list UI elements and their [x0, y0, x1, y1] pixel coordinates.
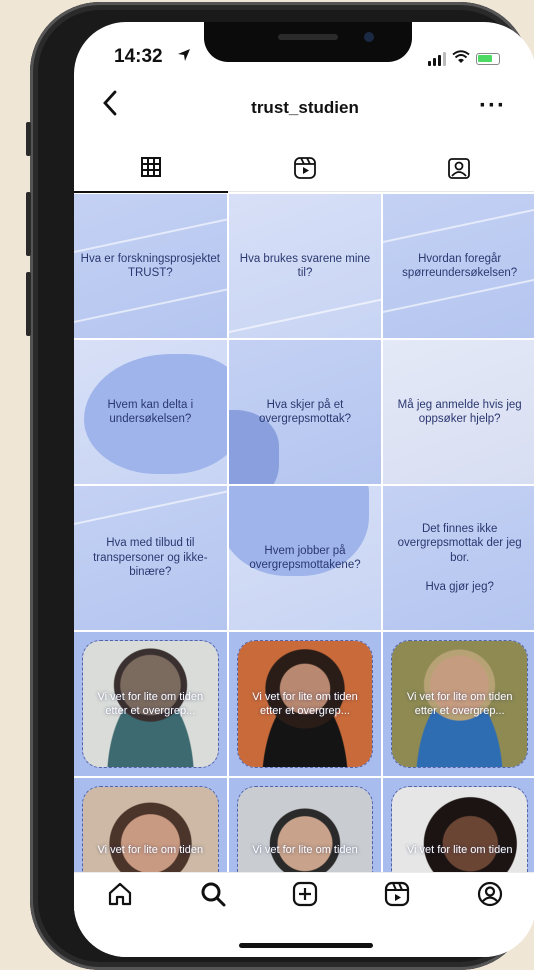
- post-tile[interactable]: Det finnes ikke overgrepsmottak der jeg …: [383, 486, 534, 630]
- profile-icon: [477, 881, 502, 907]
- post-caption: Vi vet for lite om tiden: [97, 843, 204, 856]
- more-options-button[interactable]: ···: [479, 92, 506, 120]
- post-tile[interactable]: Hvem kan delta i undersøkelsen?: [74, 340, 227, 484]
- post-caption: Hva skjer på et overgrepsmottak?: [258, 398, 352, 425]
- post-caption: Hvem jobber på overgrepsmottakene?: [249, 544, 361, 571]
- post-caption: Det finnes ikke overgrepsmottak der jeg …: [397, 523, 522, 593]
- notch: [204, 22, 412, 62]
- post-caption: Vi vet for lite om tiden etter et overgr…: [406, 690, 513, 717]
- search-icon: [201, 882, 226, 907]
- profile-tabs: [74, 152, 534, 193]
- nav-search[interactable]: [200, 881, 226, 912]
- tab-grid[interactable]: [74, 152, 228, 193]
- post-grid: Hva er forskningsprosjektet TRUST? Hva b…: [74, 194, 534, 922]
- post-caption: Hvordan foregår spørreundersøkelsen?: [402, 252, 518, 279]
- post-tile[interactable]: Vi vet for lite om tiden etter et overgr…: [74, 632, 227, 776]
- post-tile[interactable]: Hvordan foregår spørreundersøkelsen?: [383, 194, 534, 338]
- post-tile[interactable]: Hva brukes svarene mine til?: [228, 194, 382, 338]
- app-screen: 14:32 trust_studien ··· Hva er forskning…: [74, 22, 534, 957]
- tagged-user-icon: [448, 158, 470, 179]
- post-tile[interactable]: Hva er forskningsprosjektet TRUST?: [74, 194, 227, 338]
- post-caption: Hva er forskningsprosjektet TRUST?: [80, 252, 220, 279]
- nav-create[interactable]: [292, 881, 318, 912]
- profile-header: trust_studien ···: [74, 84, 534, 132]
- post-tile[interactable]: Hva med tilbud til transpersoner og ikke…: [74, 486, 227, 630]
- reels-icon: [294, 157, 316, 179]
- reels-icon: [385, 881, 410, 907]
- post-tile[interactable]: Vi vet for lite om tiden etter et overgr…: [383, 632, 534, 776]
- post-caption: Vi vet for lite om tiden etter et overgr…: [97, 690, 204, 717]
- post-caption: Må jeg anmelde hvis jeg oppsøker hjelp?: [397, 398, 522, 425]
- tab-tagged[interactable]: [382, 152, 534, 192]
- wifi-icon: [452, 48, 470, 70]
- home-icon: [109, 882, 132, 906]
- signal-icon: [428, 52, 446, 66]
- post-caption: Hvem kan delta i undersøkelsen?: [107, 398, 194, 425]
- home-indicator: [239, 943, 373, 948]
- nav-reels[interactable]: [384, 881, 410, 912]
- battery-icon: [476, 53, 500, 65]
- grid-icon: [141, 157, 161, 177]
- post-caption: Vi vet for lite om tiden: [252, 843, 358, 856]
- post-caption: Vi vet for lite om tiden etter et overgr…: [252, 690, 358, 717]
- bottom-nav-bar: [74, 872, 534, 957]
- post-caption: Hva med tilbud til transpersoner og ikke…: [93, 537, 208, 579]
- create-post-icon: [292, 881, 318, 907]
- status-time: 14:32: [114, 46, 163, 67]
- tab-reels[interactable]: [228, 152, 382, 192]
- post-caption: Hva brukes svarene mine til?: [239, 252, 371, 279]
- post-tile[interactable]: Må jeg anmelde hvis jeg oppsøker hjelp?: [383, 340, 534, 484]
- location-arrow-icon: [176, 47, 192, 69]
- post-tile[interactable]: Hvem jobber på overgrepsmottakene?: [228, 486, 382, 630]
- post-tile[interactable]: Hva skjer på et overgrepsmottak?: [228, 340, 382, 484]
- post-caption: Vi vet for lite om tiden: [406, 843, 513, 856]
- nav-home[interactable]: [107, 881, 133, 912]
- nav-profile[interactable]: [477, 881, 503, 912]
- post-tile[interactable]: Vi vet for lite om tiden etter et overgr…: [228, 632, 382, 776]
- profile-username: trust_studien: [251, 98, 359, 117]
